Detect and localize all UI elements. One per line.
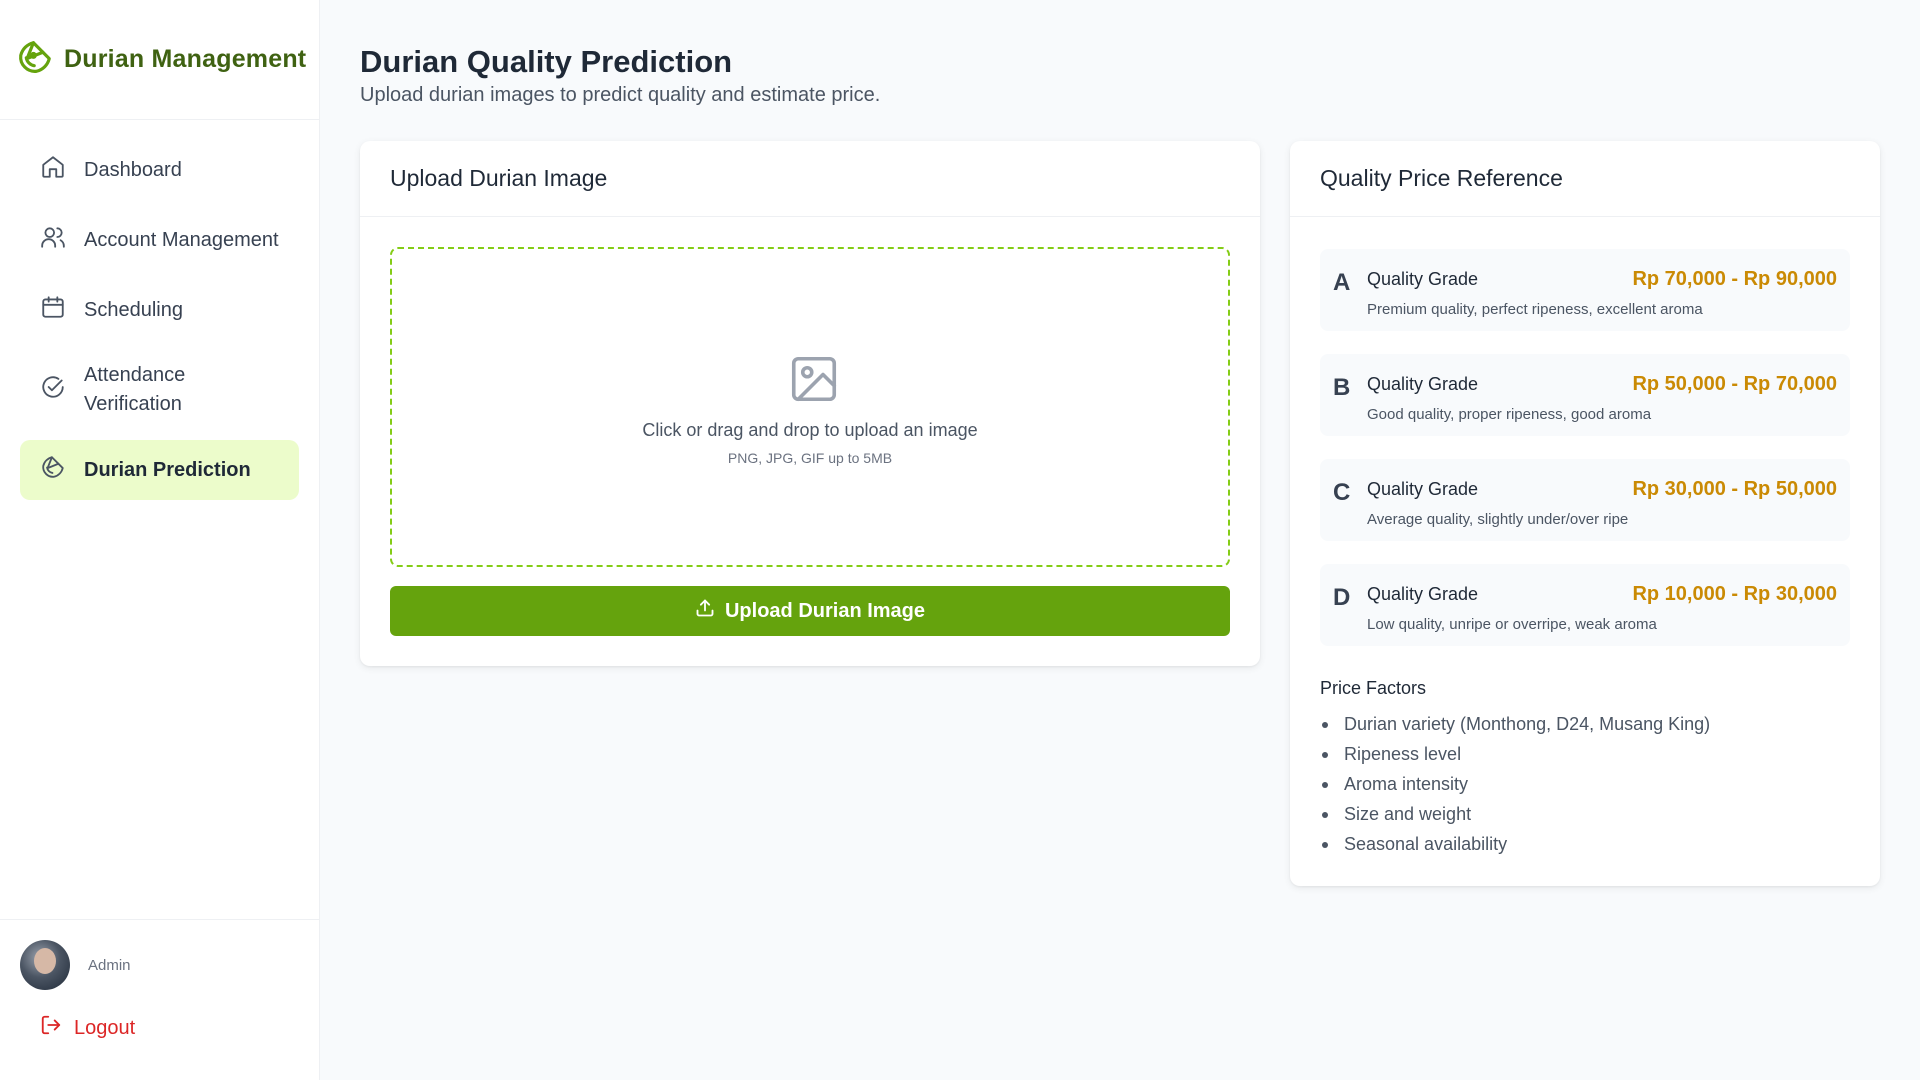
image-dropzone[interactable]: Click or drag and drop to upload an imag… (390, 247, 1230, 567)
list-item: Ripeness level (1320, 739, 1710, 769)
grade-card-a: A Quality Grade Rp 70,000 - Rp 90,000 Pr… (1320, 249, 1850, 331)
user-name: Admin (88, 956, 131, 974)
list-item: Aroma intensity (1320, 769, 1710, 799)
grade-price: Rp 10,000 - Rp 30,000 (1632, 583, 1837, 605)
price-factors-title: Price Factors (1320, 678, 1427, 698)
sidebar: Durian Management Dashboard Account Mana… (0, 0, 320, 1080)
grade-card-b: B Quality Grade Rp 50,000 - Rp 70,000 Go… (1320, 354, 1850, 436)
calendar-icon (40, 294, 84, 326)
logout-button[interactable]: Logout (0, 990, 320, 1042)
list-item: Seasonal availability (1320, 829, 1710, 859)
list-item: Size and weight (1320, 799, 1710, 829)
brand[interactable]: Durian Management (0, 0, 319, 120)
grade-price: Rp 70,000 - Rp 90,000 (1632, 268, 1837, 290)
upload-card: Upload Durian Image Click or drag and dr… (360, 141, 1260, 666)
upload-card-title: Upload Durian Image (360, 141, 1260, 217)
users-icon (40, 224, 84, 256)
grade-description: Low quality, unripe or overripe, weak ar… (1367, 616, 1657, 633)
grade-letter: C (1333, 479, 1351, 506)
grade-label: Quality Grade (1367, 269, 1479, 289)
grade-card-d: D Quality Grade Rp 10,000 - Rp 30,000 Lo… (1320, 564, 1850, 646)
grade-label: Quality Grade (1367, 374, 1479, 394)
sidebar-nav: Dashboard Account Management Scheduling … (0, 120, 319, 500)
price-reference-card: Quality Price Reference A Quality Grade … (1290, 141, 1880, 886)
brand-title: Durian Management (64, 45, 307, 73)
dropzone-hint: PNG, JPG, GIF up to 5MB (727, 450, 893, 466)
price-factors-list: Durian variety (Monthong, D24, Musang Ki… (1320, 709, 1710, 859)
sidebar-item-label: Scheduling (84, 298, 183, 321)
sidebar-item-attendance-verification[interactable]: Attendance Verification (20, 350, 299, 430)
page-title: Durian Quality Prediction (360, 44, 733, 79)
sidebar-item-label: Attendance Verification (84, 364, 186, 415)
page-subtitle: Upload durian images to predict quality … (360, 84, 881, 106)
durian-icon (40, 454, 84, 486)
logout-icon (40, 1014, 74, 1042)
grade-card-c: C Quality Grade Rp 30,000 - Rp 50,000 Av… (1320, 459, 1850, 541)
grade-price: Rp 30,000 - Rp 50,000 (1632, 478, 1837, 500)
home-icon (40, 154, 84, 186)
upload-button-label: Upload Durian Image (724, 599, 926, 622)
logout-label: Logout (74, 1016, 136, 1039)
grade-letter: B (1333, 374, 1351, 401)
grade-price: Rp 50,000 - Rp 70,000 (1632, 373, 1837, 395)
sidebar-footer: Admin Logout (0, 919, 320, 1080)
dropzone-text: Click or drag and drop to upload an imag… (642, 420, 978, 440)
sidebar-item-label: Dashboard (84, 158, 182, 181)
grade-label: Quality Grade (1367, 479, 1479, 499)
sidebar-item-label: Account Management (84, 228, 279, 251)
avatar (20, 940, 70, 990)
durian-logo-icon (16, 38, 64, 81)
sidebar-item-durian-prediction[interactable]: Durian Prediction (20, 440, 299, 500)
grade-description: Good quality, proper ripeness, good arom… (1367, 406, 1652, 423)
grade-label: Quality Grade (1367, 584, 1479, 604)
grade-description: Premium quality, perfect ripeness, excel… (1367, 301, 1703, 318)
grade-letter: A (1333, 269, 1351, 296)
sidebar-item-label: Durian Prediction (84, 458, 251, 481)
sidebar-item-scheduling[interactable]: Scheduling (20, 280, 299, 340)
price-reference-title: Quality Price Reference (1290, 141, 1880, 217)
user-profile[interactable]: Admin (0, 920, 320, 990)
grade-letter: D (1333, 584, 1351, 611)
sidebar-item-account-management[interactable]: Account Management (20, 210, 299, 270)
upload-icon (695, 598, 725, 624)
check-circle-icon (40, 374, 84, 406)
upload-button[interactable]: Upload Durian Image (390, 586, 1230, 636)
list-item: Durian variety (Monthong, D24, Musang Ki… (1320, 709, 1710, 739)
grade-description: Average quality, slightly under/over rip… (1367, 511, 1629, 528)
sidebar-item-dashboard[interactable]: Dashboard (20, 140, 299, 200)
